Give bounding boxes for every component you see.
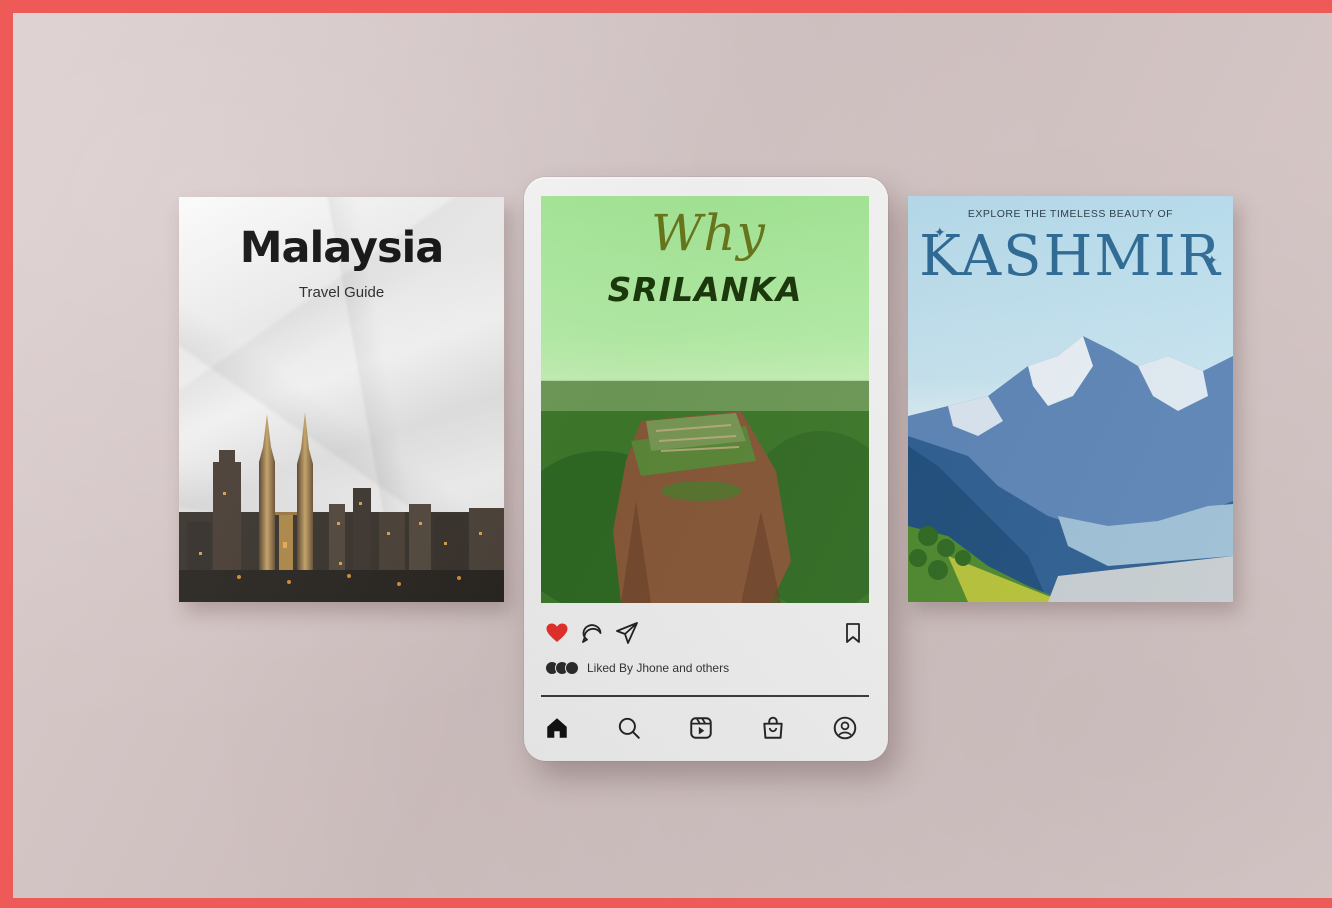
kashmir-mountains-image xyxy=(908,336,1233,602)
profile-icon[interactable] xyxy=(832,715,858,741)
shop-icon[interactable] xyxy=(760,715,786,741)
sparkle-icon: ✦ xyxy=(1206,252,1218,268)
liker-avatars xyxy=(545,661,579,675)
nav-divider xyxy=(541,695,869,697)
kashmir-poster: EXPLORE THE TIMELESS BEAUTY OF KASHMIR ✦… xyxy=(908,196,1233,602)
home-icon[interactable] xyxy=(544,715,570,741)
kashmir-title: KASHMIR xyxy=(919,224,1222,289)
reels-icon[interactable] xyxy=(688,715,714,741)
instagram-post-mockup: Why SRILANKA Liked By Jhone and others xyxy=(524,177,888,761)
search-icon[interactable] xyxy=(616,715,642,741)
post-headline-script: Why xyxy=(651,204,766,262)
malaysia-poster: Malaysia Travel Guide xyxy=(179,197,504,602)
liked-by-row: Liked By Jhone and others xyxy=(545,661,729,675)
heart-icon[interactable] xyxy=(545,621,569,645)
malaysia-subtitle: Travel Guide xyxy=(298,284,385,301)
sigiriya-rock-image xyxy=(541,381,869,603)
liked-by-text[interactable]: Liked By Jhone and others xyxy=(587,661,729,675)
post-action-bar xyxy=(545,621,867,647)
kuala-lumpur-skyline-image xyxy=(179,412,504,602)
bottom-navigation xyxy=(541,715,869,743)
comment-icon[interactable] xyxy=(580,621,604,645)
share-icon[interactable] xyxy=(615,621,639,645)
post-headline-bold: SRILANKA xyxy=(607,270,803,309)
sparkle-icon: ✦ xyxy=(934,224,946,240)
malaysia-title: Malaysia xyxy=(239,223,445,273)
backdrop: Malaysia Travel Guide Why SRILANKA Liked… xyxy=(13,13,1332,898)
bookmark-icon[interactable] xyxy=(841,621,865,645)
kashmir-kicker: EXPLORE THE TIMELESS BEAUTY OF xyxy=(967,208,1174,220)
srilanka-post-image: Why SRILANKA xyxy=(541,196,869,603)
avatar xyxy=(565,661,579,675)
